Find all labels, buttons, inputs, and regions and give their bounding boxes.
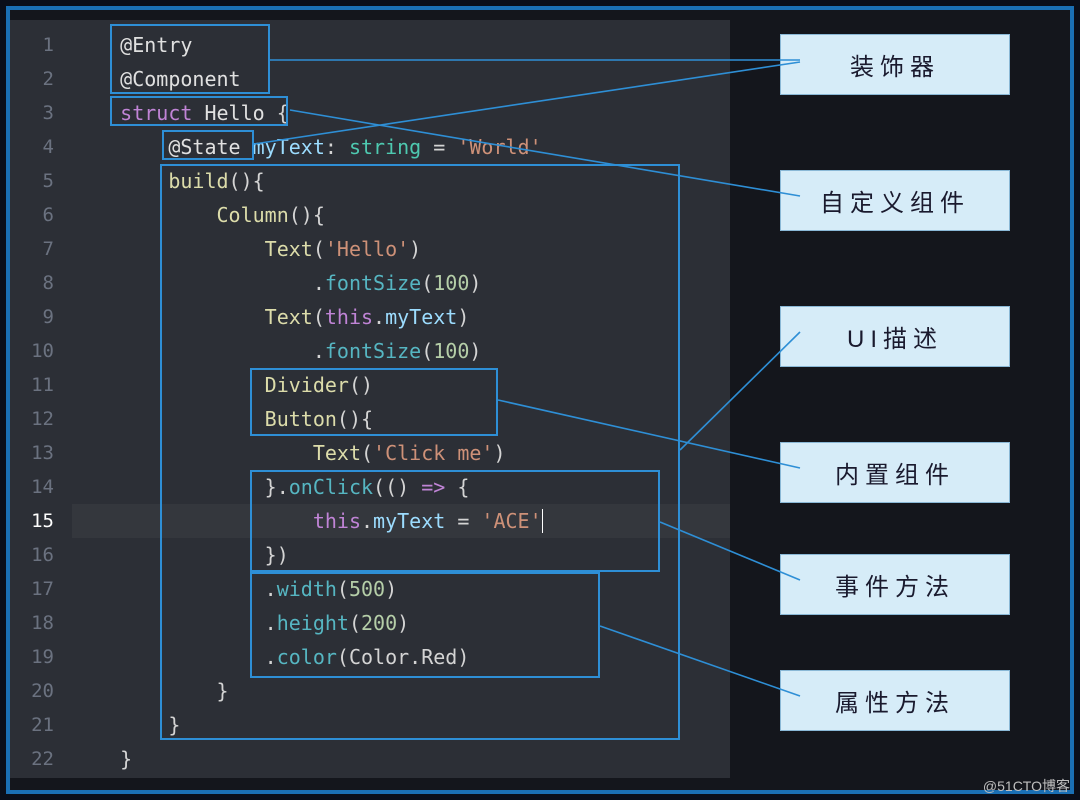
code-area: @Entry @Component struct Hello { @State …: [72, 20, 730, 778]
label-builtin-component: 内置组件: [780, 442, 1010, 503]
label-event-method: 事件方法: [780, 554, 1010, 615]
code-editor: 12345678910111213141516171819202122 @Ent…: [10, 20, 730, 778]
label-custom-component: 自定义组件: [780, 170, 1010, 231]
label-attribute-method: 属性方法: [780, 670, 1010, 731]
watermark: @51CTO博客: [983, 776, 1070, 796]
diagram-frame: 12345678910111213141516171819202122 @Ent…: [6, 6, 1074, 794]
line-number-gutter: 12345678910111213141516171819202122: [10, 20, 72, 778]
label-decorator: 装饰器: [780, 34, 1010, 95]
label-ui-description: UI描述: [780, 306, 1010, 367]
